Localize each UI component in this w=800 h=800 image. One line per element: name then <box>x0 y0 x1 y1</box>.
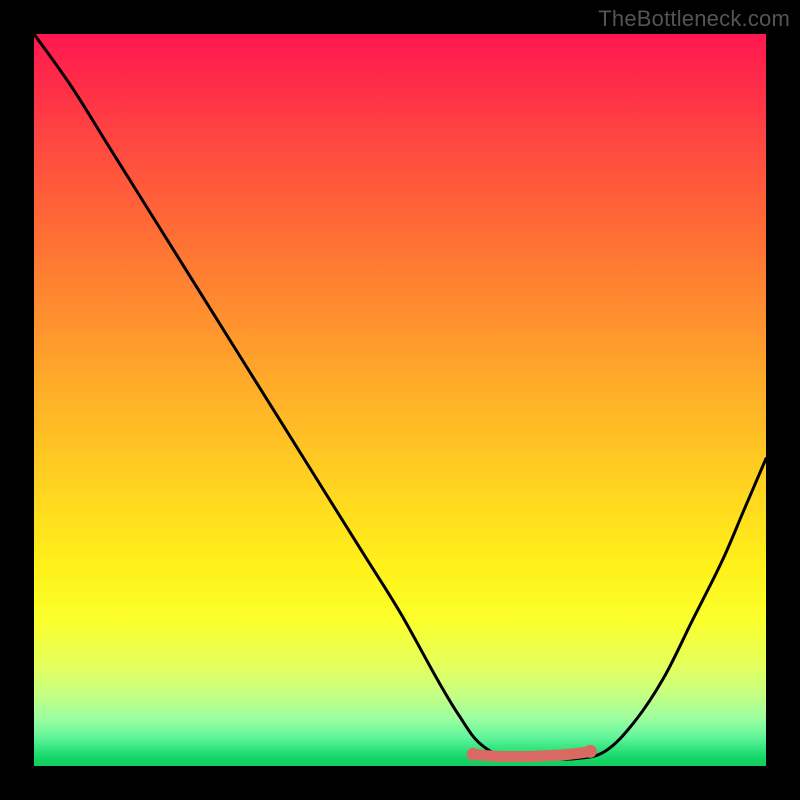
highlight-dot-end <box>584 745 597 758</box>
chart-frame: TheBottleneck.com <box>0 0 800 800</box>
highlight-segment <box>473 751 590 756</box>
curve-svg <box>34 34 766 766</box>
watermark-text: TheBottleneck.com <box>598 6 790 32</box>
main-curve <box>34 34 766 760</box>
plot-area <box>34 34 766 766</box>
highlight-dot-start <box>467 748 480 761</box>
